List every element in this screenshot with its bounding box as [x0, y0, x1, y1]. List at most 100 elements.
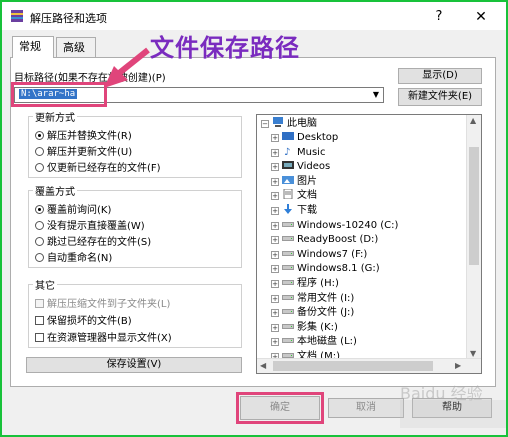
tree-label: 本地磁盘 (L:)	[297, 336, 357, 348]
checkbox-label: 在资源管理器中显示文件(X)	[47, 333, 172, 344]
radio-ask-before[interactable]: 覆盖前询问(K)	[35, 201, 111, 216]
tree-item[interactable]: + 图片	[271, 175, 317, 189]
radio-indicator[interactable]	[35, 131, 44, 140]
tree-item-this-pc[interactable]: − 此电脑	[261, 117, 317, 131]
tree-label: 常用文件 (I:)	[297, 292, 355, 304]
collapse-icon[interactable]: −	[261, 120, 269, 128]
expand-icon[interactable]: +	[271, 323, 279, 332]
tree-item[interactable]: + Desktop	[271, 131, 338, 145]
radio-indicator[interactable]	[35, 147, 44, 156]
expand-icon[interactable]: +	[271, 192, 279, 201]
tree-label: 图片	[297, 175, 317, 187]
expand-icon[interactable]: +	[271, 250, 279, 259]
radio-fresh-existing[interactable]: 仅更新已经存在的文件(F)	[35, 159, 161, 174]
expand-icon[interactable]: +	[271, 177, 279, 186]
tree-item[interactable]: + 文档	[271, 189, 317, 203]
expand-icon[interactable]: +	[271, 294, 279, 303]
folder-tree[interactable]: − 此电脑 + Desktop + ♪ Music + Videos + 图片 + 文档 + 下载 + Win…	[256, 114, 482, 374]
title-bar: 解压路径和选项 ? ✕	[2, 2, 506, 30]
tree-item[interactable]: + Videos	[271, 160, 330, 174]
checkbox-label: 保留损坏的文件(B)	[47, 316, 132, 327]
tree-item[interactable]: + ♪ Music	[271, 146, 325, 160]
scroll-up-icon[interactable]: ▲	[470, 116, 476, 125]
checkbox-show-in-explorer[interactable]: 在资源管理器中显示文件(X)	[35, 329, 172, 344]
update-mode-title: 更新方式	[33, 109, 77, 124]
winrar-app-icon	[11, 10, 23, 22]
tree-item[interactable]: + 程序 (H:)	[271, 277, 339, 291]
close-button[interactable]: ✕	[472, 8, 490, 26]
radio-update[interactable]: 解压并更新文件(U)	[35, 143, 132, 158]
tree-label: 文档	[297, 190, 317, 202]
expand-icon[interactable]: +	[271, 338, 279, 347]
tree-item[interactable]: + 本地磁盘 (L:)	[271, 335, 357, 349]
radio-auto-rename[interactable]: 自动重命名(N)	[35, 249, 112, 264]
tree-label: Desktop	[297, 132, 339, 143]
tree-item[interactable]: + Windows7 (F:)	[271, 248, 367, 262]
expand-icon[interactable]: +	[271, 236, 279, 245]
documents-folder-icon	[283, 189, 293, 200]
checkbox-extract-subfolder[interactable]: 解压压缩文件到子文件夹(L)	[35, 295, 170, 310]
download-icon	[284, 204, 292, 214]
save-settings-button[interactable]: 保存设置(V)	[26, 357, 242, 373]
expand-icon[interactable]: +	[271, 221, 279, 230]
radio-indicator[interactable]	[35, 205, 44, 214]
tree-label: 程序 (H:)	[297, 278, 339, 289]
tree-item[interactable]: + 影集 (K:)	[271, 321, 338, 335]
checkbox-keep-broken[interactable]: 保留损坏的文件(B)	[35, 312, 132, 327]
checkbox-indicator[interactable]	[35, 299, 44, 308]
overwrite-mode-group: 覆盖方式 覆盖前询问(K) 没有提示直接覆盖(W) 跳过已经存在的文件(S) 自…	[28, 183, 242, 268]
annotation-arrow-icon	[104, 47, 150, 88]
tree-item[interactable]: + 下载	[271, 204, 317, 218]
annotation-label: 文件保存路径	[150, 33, 300, 62]
tree-item[interactable]: + 常用文件 (I:)	[271, 292, 354, 306]
tree-item[interactable]: + Windows-10240 (C:)	[271, 219, 398, 233]
update-mode-group: 更新方式 解压并替换文件(R) 解压并更新文件(U) 仅更新已经存在的文件(F)	[28, 109, 242, 178]
expand-icon[interactable]: +	[271, 134, 279, 142]
chevron-down-icon[interactable]: ▼	[369, 88, 383, 102]
radio-skip-existing[interactable]: 跳过已经存在的文件(S)	[35, 233, 151, 248]
scroll-right-icon[interactable]: ▶	[455, 361, 461, 370]
tree-item[interactable]: + Windows8.1 (G:)	[271, 262, 380, 276]
radio-label: 跳过已经存在的文件(S)	[47, 237, 152, 248]
tree-label: 此电脑	[287, 118, 317, 129]
radio-indicator[interactable]	[35, 253, 44, 262]
drive-icon	[282, 309, 294, 315]
horizontal-scroll-thumb[interactable]	[273, 361, 433, 371]
tree-label: 影集 (K:)	[297, 321, 338, 333]
cancel-button[interactable]: 取消	[328, 398, 404, 418]
tree-label: 下载	[297, 205, 317, 216]
radio-indicator[interactable]	[35, 237, 44, 246]
tree-label: 备份文件 (J:)	[297, 307, 355, 319]
radio-replace[interactable]: 解压并替换文件(R)	[35, 127, 132, 142]
tree-item[interactable]: + ReadyBoost (D:)	[271, 233, 378, 247]
expand-icon[interactable]: +	[271, 148, 279, 157]
checkbox-indicator[interactable]	[35, 316, 44, 325]
show-button[interactable]: 显示(D)	[398, 68, 482, 84]
overwrite-mode-title: 覆盖方式	[33, 183, 77, 198]
vertical-scroll-thumb[interactable]	[469, 147, 479, 265]
help-title-button[interactable]: ?	[430, 8, 448, 26]
svg-text:♪: ♪	[284, 147, 290, 156]
scroll-down-icon[interactable]: ▼	[470, 349, 476, 358]
tab-general[interactable]: 常规	[12, 36, 54, 58]
expand-icon[interactable]: +	[271, 265, 279, 274]
checkbox-label: 解压压缩文件到子文件夹(L)	[47, 299, 171, 310]
tree-item[interactable]: + 备份文件 (J:)	[271, 306, 354, 320]
radio-indicator[interactable]	[35, 221, 44, 230]
expand-icon[interactable]: +	[271, 163, 279, 172]
expand-icon[interactable]: +	[271, 207, 279, 215]
new-folder-button[interactable]: 新建文件夹(E)	[398, 88, 482, 106]
misc-title: 其它	[33, 277, 57, 292]
radio-label: 解压并替换文件(R)	[47, 131, 132, 142]
tree-horizontal-scrollbar[interactable]: ◀ ▶	[257, 358, 481, 373]
watermark-strip	[400, 400, 506, 428]
tree-vertical-scrollbar[interactable]: ▲ ▼	[466, 115, 481, 361]
expand-icon[interactable]: +	[271, 309, 279, 318]
radio-overwrite-silent[interactable]: 没有提示直接覆盖(W)	[35, 217, 145, 232]
expand-icon[interactable]: +	[271, 280, 279, 288]
scroll-left-icon[interactable]: ◀	[260, 361, 266, 370]
window-title: 解压路径和选项	[30, 12, 107, 25]
checkbox-indicator[interactable]	[35, 333, 44, 342]
video-folder-icon	[282, 161, 294, 170]
radio-indicator[interactable]	[35, 163, 44, 172]
